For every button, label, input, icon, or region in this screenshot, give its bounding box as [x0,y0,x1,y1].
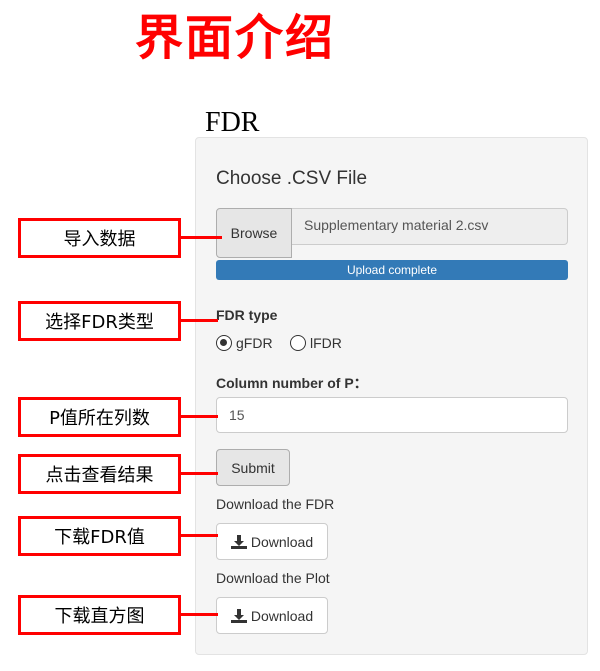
file-input-group[interactable]: Supplementary material 2.csv Browse [216,208,568,258]
annotation-p-value-column: P值所在列数 [18,397,181,437]
download-fdr-label: Download the FDR [216,496,335,512]
column-number-label: Column number of P： [216,375,368,391]
browse-button[interactable]: Browse [216,208,292,258]
annotation-view-results: 点击查看结果 [18,454,181,494]
file-section-title: Choose .CSV File [216,168,368,189]
download-plot-button-label: Download [250,607,314,624]
annotation-connector [180,613,218,616]
annotation-connector [180,236,222,239]
annotation-connector [180,319,218,322]
sidebar-panel: Choose .CSV File Supplementary material … [195,137,588,655]
download-icon [230,608,247,623]
download-fdr-button[interactable]: Download [216,523,328,560]
radio-lfdr-label: lFDR [310,335,342,351]
annotation-connector [180,472,218,475]
upload-status-text: Upload complete [346,263,438,277]
annotation-connector [180,415,218,418]
download-plot-label: Download the Plot [216,570,330,586]
radio-gfdr[interactable]: gFDR [216,335,273,351]
radio-lfdr[interactable]: lFDR [290,335,342,351]
annotation-download-histogram: 下载直方图 [18,595,181,635]
upload-progress-bar: Upload complete [216,260,568,280]
annotation-import-data: 导入数据 [18,218,181,258]
file-name-display: Supplementary material 2.csv [292,208,568,245]
column-number-input[interactable] [216,397,568,433]
annotation-download-fdr-value: 下载FDR值 [18,516,181,556]
radio-unchecked-icon[interactable] [290,335,306,351]
radio-gfdr-label: gFDR [236,335,273,351]
fdr-type-label: FDR type [216,307,278,323]
radio-checked-icon[interactable] [216,335,232,351]
app-title: FDR [205,107,260,138]
submit-button[interactable]: Submit [216,449,290,486]
download-plot-button[interactable]: Download [216,597,328,634]
download-icon [230,534,247,549]
annotation-select-fdr-type: 选择FDR类型 [18,301,181,341]
page-headline: 界面介绍 [135,10,336,66]
annotation-connector [180,534,218,537]
download-fdr-button-label: Download [250,533,314,550]
